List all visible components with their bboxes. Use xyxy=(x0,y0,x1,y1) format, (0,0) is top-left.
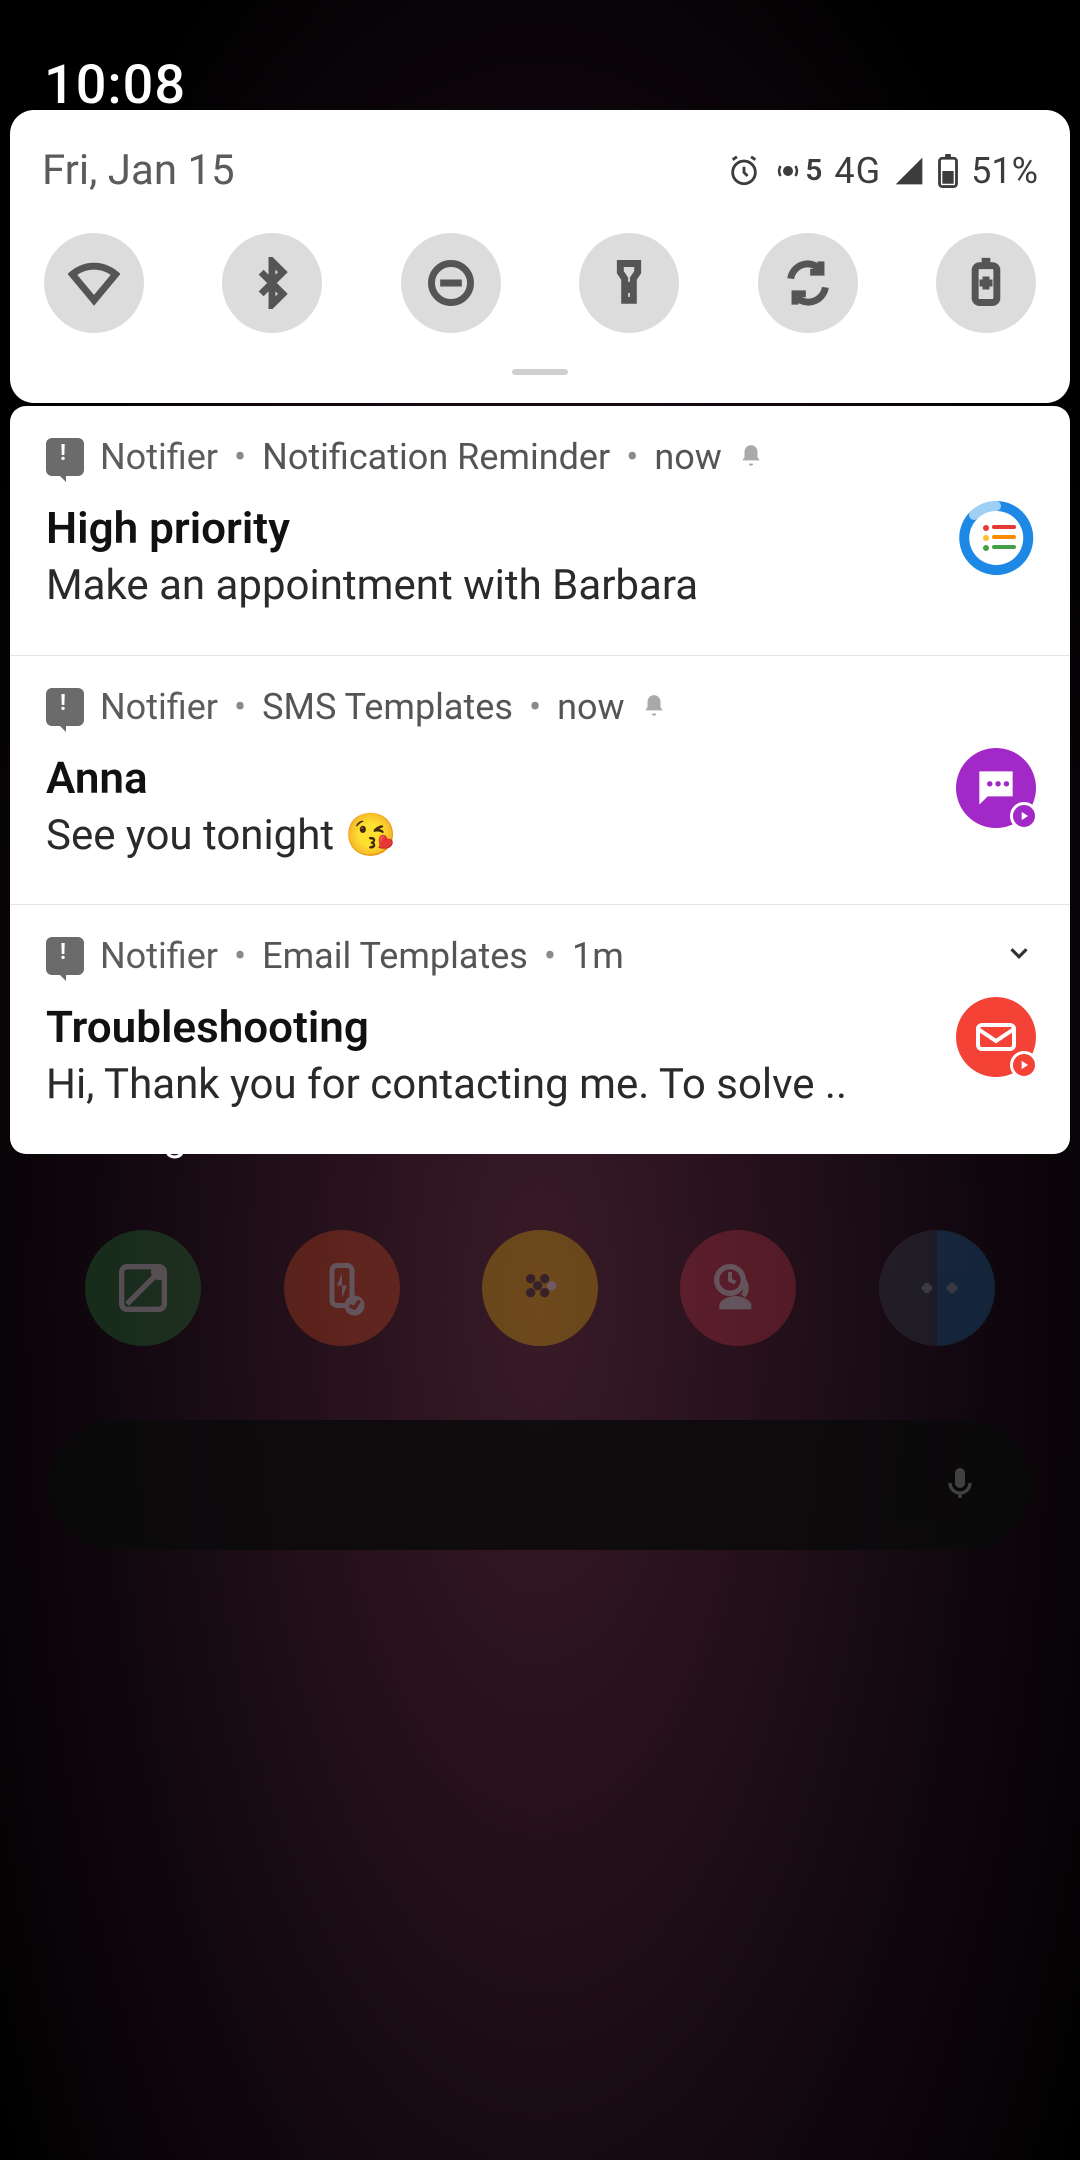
notification-channel: Email Templates xyxy=(262,935,528,977)
play-overlay-icon xyxy=(1010,1051,1038,1079)
qs-tile-bluetooth[interactable] xyxy=(222,233,322,333)
notification-body: Hi, Thank you for contacting me. To solv… xyxy=(46,1059,896,1112)
notification-item[interactable]: Notifier • SMS Templates • now Anna See … xyxy=(10,655,1070,905)
notification-item[interactable]: Notifier • Notification Reminder • now H… xyxy=(10,406,1070,655)
signal-icon xyxy=(893,155,925,187)
network-label: 4G xyxy=(834,150,881,192)
status-clock: 10:08 xyxy=(44,54,186,117)
notification-list: Notifier • Notification Reminder • now H… xyxy=(10,406,1070,1154)
notification-channel: Notification Reminder xyxy=(262,436,610,478)
hotspot-count: 5 xyxy=(805,153,822,188)
notification-time: 1m xyxy=(572,935,624,977)
notification-app: Notifier xyxy=(100,935,218,977)
app-small-icon xyxy=(46,438,84,476)
notification-app: Notifier xyxy=(100,686,218,728)
dock-app-4[interactable] xyxy=(680,1230,796,1346)
qs-tile-rotate[interactable] xyxy=(758,233,858,333)
hotspot-icon: 5 xyxy=(773,153,822,188)
notification-channel: SMS Templates xyxy=(262,686,513,728)
notification-large-icon xyxy=(956,498,1036,578)
battery-pct: 51% xyxy=(971,150,1038,192)
manage-button[interactable]: Manage xyxy=(58,1112,209,1161)
alerting-icon xyxy=(738,436,764,478)
dock-app-2[interactable] xyxy=(284,1230,400,1346)
qs-status-icons: 5 4G 51% xyxy=(727,150,1038,192)
qs-tile-dnd[interactable] xyxy=(401,233,501,333)
qs-expand-handle[interactable] xyxy=(512,369,568,375)
notification-time: now xyxy=(654,436,721,478)
notification-large-icon xyxy=(956,748,1036,828)
qs-date[interactable]: Fri, Jan 15 xyxy=(42,146,235,195)
notification-app: Notifier xyxy=(100,436,218,478)
notification-body: Make an appointment with Barbara xyxy=(46,560,896,613)
alerting-icon xyxy=(641,686,667,728)
dock-app-5[interactable] xyxy=(879,1230,995,1346)
clear-all-button[interactable]: CLEAR ALL xyxy=(801,1112,1022,1161)
play-overlay-icon xyxy=(1010,802,1038,830)
search-bar[interactable] xyxy=(50,1420,1030,1550)
home-dock xyxy=(0,1230,1080,1346)
expand-chevron-icon[interactable] xyxy=(1004,935,1034,977)
qs-tile-battery-saver[interactable] xyxy=(936,233,1036,333)
alarm-icon xyxy=(727,154,761,188)
notification-large-icon xyxy=(956,997,1036,1077)
mic-icon[interactable] xyxy=(940,1459,980,1511)
notification-time: now xyxy=(557,686,624,728)
dock-app-1[interactable] xyxy=(85,1230,201,1346)
qs-tile-wifi[interactable] xyxy=(44,233,144,333)
quick-settings-panel: Fri, Jan 15 5 4G 51% xyxy=(10,110,1070,403)
app-small-icon xyxy=(46,688,84,726)
notification-body: See you tonight 😘 xyxy=(46,810,896,863)
notification-title: Troubleshooting xyxy=(46,1001,1034,1053)
notification-title: Anna xyxy=(46,752,1034,804)
qs-tile-flashlight[interactable] xyxy=(579,233,679,333)
battery-icon xyxy=(937,154,959,188)
notification-title: High priority xyxy=(46,502,1034,554)
dock-app-3[interactable] xyxy=(482,1230,598,1346)
app-small-icon xyxy=(46,937,84,975)
